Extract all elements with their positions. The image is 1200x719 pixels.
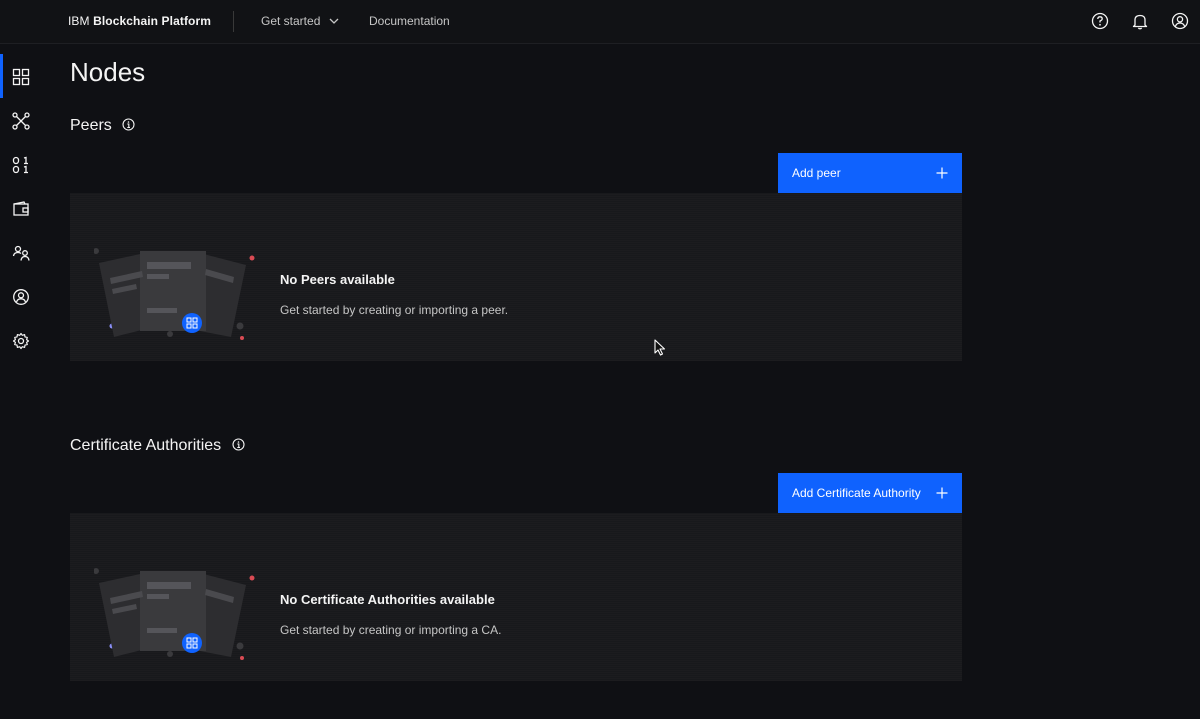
sidebar-item-wallet[interactable]: [0, 176, 42, 220]
ca-empty-title: No Certificate Authorities available: [280, 592, 495, 607]
sidebar-item-organizations[interactable]: [0, 220, 42, 264]
header-divider: [233, 11, 234, 32]
info-icon[interactable]: [122, 118, 135, 131]
plus-icon: [936, 487, 948, 499]
top-header: IBM Blockchain Platform Get started Docu…: [0, 0, 1200, 44]
peers-empty-description: Get started by creating or importing a p…: [280, 303, 509, 317]
page-title: Nodes: [70, 57, 146, 87]
peers-section-title: Peers: [70, 117, 135, 135]
sidebar-item-settings[interactable]: [0, 308, 42, 352]
sidebar-item-smart-contracts[interactable]: [0, 132, 42, 176]
sidebar-item-users[interactable]: [0, 264, 42, 308]
nav-get-started[interactable]: Get started: [261, 14, 339, 28]
left-sidebar: [0, 44, 42, 719]
sidebar-item-nodes[interactable]: [0, 44, 42, 98]
empty-nodes-illustration: [94, 568, 255, 660]
gear-icon: [12, 332, 30, 350]
add-ca-label: Add Certificate Authority: [792, 486, 921, 500]
peers-empty-title: No Peers available: [280, 272, 395, 287]
peers-title-label: Peers: [70, 117, 112, 134]
empty-nodes-illustration: [94, 248, 255, 340]
add-certificate-authority-button[interactable]: Add Certificate Authority: [778, 473, 962, 513]
add-peer-label: Add peer: [792, 166, 841, 180]
notification-bell-icon[interactable]: [1130, 11, 1150, 31]
ca-section-title: Certificate Authorities: [70, 437, 245, 455]
brand-prefix: IBM: [68, 14, 94, 28]
mouse-cursor-icon: [654, 339, 666, 356]
chevron-down-icon: [329, 18, 339, 24]
binary-icon: [12, 156, 28, 174]
ca-empty-state: No Certificate Authorities available Get…: [70, 513, 962, 681]
ca-empty-description: Get started by creating or importing a C…: [280, 623, 502, 637]
help-icon[interactable]: [1090, 11, 1110, 31]
nav-get-started-label: Get started: [261, 14, 321, 28]
network-icon: [12, 112, 30, 130]
users-icon: [12, 245, 30, 261]
ca-title-label: Certificate Authorities: [70, 437, 222, 454]
brand-name: Blockchain Platform: [93, 14, 212, 28]
plus-icon: [936, 167, 948, 179]
wallet-icon: [13, 201, 29, 216]
sidebar-item-channels[interactable]: [0, 88, 42, 132]
add-peer-button[interactable]: Add peer: [778, 153, 962, 193]
user-avatar-icon[interactable]: [1170, 11, 1190, 31]
brand-logo[interactable]: IBM Blockchain Platform: [68, 14, 211, 28]
info-icon[interactable]: [232, 438, 245, 451]
peers-empty-state: No Peers available Get started by creati…: [70, 193, 962, 361]
grid-icon: [12, 68, 30, 86]
user-circle-icon: [13, 289, 29, 305]
nav-documentation[interactable]: Documentation: [369, 14, 450, 28]
